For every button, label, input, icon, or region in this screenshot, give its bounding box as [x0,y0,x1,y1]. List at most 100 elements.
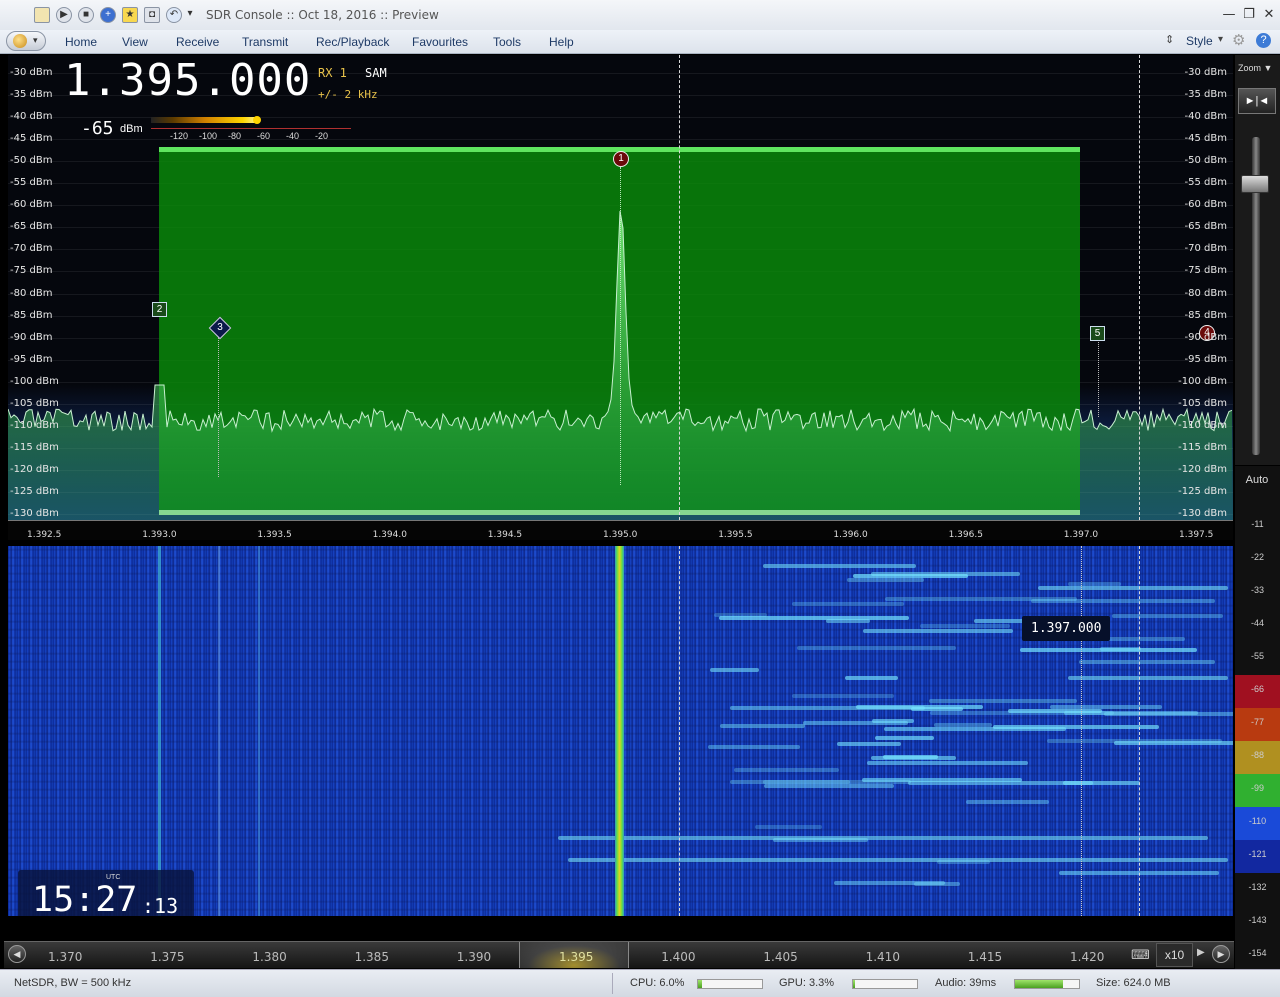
stop-icon[interactable]: ■ [78,7,94,23]
waterfall-signal-streak [568,858,1228,862]
updown-icon[interactable]: ⇕ [1165,33,1174,46]
zoom-panel: Zoom ▼ ►|◄ [1235,55,1280,465]
waterfall-signal-streak [797,645,957,650]
overview-scrollbar[interactable]: ◀ ⌨ x10 ▶ ▶ [4,941,1234,968]
db-label-right: -105 dBm [1178,397,1227,409]
mode-label[interactable]: SAM [365,66,387,80]
status-bar: NetSDR, BW = 500 kHz CPU: 6.0% GPU: 3.3%… [0,969,1280,997]
db-label-right: -60 dBm [1184,199,1227,211]
rx-label: RX 1 [318,66,347,80]
waterfall-scale-label: -88 [1235,741,1280,774]
application-menu-button[interactable]: ▾ [6,31,46,51]
menu-transmit[interactable]: Transmit [242,35,288,49]
waterfall-scale-label: -132 [1235,873,1280,906]
db-label-left: -85 dBm [10,309,53,321]
keyboard-icon[interactable]: ⌨ [1131,947,1150,963]
waterfall-signal-streak [791,693,895,698]
menu-rec-playback[interactable]: Rec/Playback [316,35,389,49]
marker-2[interactable]: 2 [152,302,167,317]
waterfall-scale-label: -55 [1235,642,1280,675]
bandwidth-label: +/- 2 kHz [318,88,378,101]
marker-5[interactable]: 5 [1090,326,1105,341]
close-button[interactable]: ✕ [1260,6,1278,24]
zoom-dropdown[interactable]: Zoom ▼ [1238,63,1272,73]
waterfall-signal-streak [1038,586,1228,590]
overview-axis-label: 1.395 [559,950,594,964]
waterfall-scale-label: -33 [1235,576,1280,609]
zoom-fit-button[interactable]: ►|◄ [1238,88,1276,114]
play-icon[interactable]: ▶ [56,7,72,23]
zoom-multiplier[interactable]: x10 [1156,943,1193,967]
quick-access-dropdown-icon[interactable]: ▾ [186,7,194,23]
waterfall-signal-streak [1079,659,1216,664]
overview-frequency-axis[interactable]: 1.370 1.375 1.380 1.385 1.390 1.395 1.400 1.405… [0,917,1235,968]
waterfall-band-edge-line [1081,546,1082,916]
scroll-right-button[interactable]: ▶ [1212,945,1230,963]
overview-axis-label: 1.385 [354,950,389,964]
waterfall-signal-streak [803,720,908,725]
help-icon[interactable]: ? [1256,33,1271,48]
settings-gear-icon[interactable]: ⚙ [1232,31,1245,49]
folder-icon[interactable] [34,7,50,23]
spectrum-axis-label: 1.396.0 [833,530,868,540]
spectrum-axis-label: 1.396.5 [948,530,983,540]
waterfall-scale-panel: Auto -11 -22 -33 -44 -55 -66 -77 -88 -99 -110 -121… [1235,466,1280,972]
db-label-right: -45 dBm [1184,133,1227,145]
spectrum-axis-label: 1.395.0 [603,530,638,540]
cpu-status: CPU: 6.0% [630,977,685,989]
clock-seconds: :13 [142,894,179,916]
waterfall-signal-streak [792,602,905,607]
waterfall-scale-label: -143 [1235,906,1280,939]
overview-axis-label: 1.415 [967,950,1003,964]
right-dashed-line [1139,55,1140,520]
db-label-right: -40 dBm [1184,111,1227,123]
waterfall-scale-label: -11 [1235,510,1280,543]
spectrum-frequency-axis[interactable]: 1.392.5 1.393.0 1.393.5 1.394.0 1.394.5 1.395… [8,520,1233,540]
audio-status: Audio: 39ms [935,977,997,989]
marker-1[interactable]: 1 [613,151,629,167]
spectrum-axis-label: 1.395.5 [718,530,753,540]
waterfall-carrier-trace [615,546,624,916]
scroll-left-button[interactable]: ◀ [8,945,26,963]
menu-home[interactable]: Home [65,35,97,49]
auto-button[interactable]: Auto [1237,474,1277,486]
spectrum-axis-label: 1.392.5 [27,530,62,540]
chevron-right-icon[interactable]: ▶ [1197,947,1205,958]
zoom-slider-thumb[interactable] [1241,175,1269,193]
marker-3-label: 3 [217,322,223,333]
s-meter-scale-label: -80 [228,131,242,141]
favourite-star-icon[interactable]: ★ [122,7,138,23]
marker-3-line [218,337,219,477]
chevron-down-icon: ▾ [33,35,38,45]
waterfall-signal-streak [1111,613,1224,618]
db-label-left: -30 dBm [10,67,53,78]
menu-view[interactable]: View [122,35,148,49]
undo-icon[interactable]: ↶ [166,7,182,23]
spectrum-display[interactable]: 1 2 3 4 5 -30 dBm -30 dBm -35 dBm -35 dBm -4… [8,55,1233,540]
overview-axis-label: 1.380 [252,950,287,964]
waterfall-scale-label: -99 [1235,774,1280,807]
overview-axis-label: 1.410 [865,950,900,964]
style-menu[interactable]: Style [1186,34,1213,48]
waterfall-display[interactable]: 1.397.000 UTC 15:27 :13 [8,546,1233,916]
add-icon[interactable]: + [100,7,116,23]
menu-favourites[interactable]: Favourites [412,35,468,49]
menu-help[interactable]: Help [549,35,574,49]
vfo-frequency[interactable]: 1.395.000 [64,55,311,106]
restore-button[interactable]: ❐ [1240,6,1258,24]
cpu-usage-fill [698,980,702,988]
waterfall-signal-streak [734,768,839,773]
db-label-left: -75 dBm [10,265,53,277]
waterfall-signal-streak [1068,676,1228,680]
waterfall-signal-streak [966,799,1050,804]
db-label-right: -115 dBm [1178,441,1227,453]
menu-receive[interactable]: Receive [176,35,219,49]
camera-icon[interactable]: ◘ [144,7,160,23]
waterfall-scale-label: -154 [1235,939,1280,972]
style-chevron-icon[interactable]: ▾ [1218,34,1223,45]
menu-tools[interactable]: Tools [493,35,521,49]
minimize-button[interactable]: — [1220,6,1238,24]
db-label-left: -100 dBm [10,375,59,387]
overview-axis-label: 1.400 [661,950,696,964]
db-label-right: -80 dBm [1184,287,1227,299]
